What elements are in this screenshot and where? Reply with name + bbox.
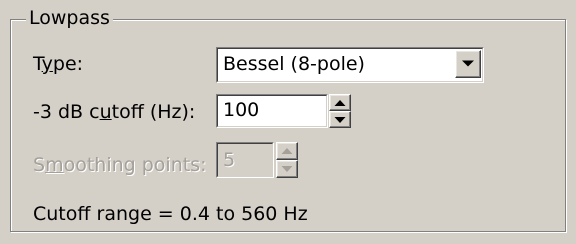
smoothing-input[interactable]: 5 [216,142,274,178]
cutoff-spin-down[interactable] [329,111,351,128]
type-dropdown[interactable]: Bessel (8-pole) [216,47,484,83]
triangle-down-icon [281,166,293,172]
groupbox-title: Lowpass [26,6,113,30]
type-dropdown-button[interactable] [455,50,481,78]
smoothing-spin-down[interactable] [276,160,298,178]
smoothing-label: Smoothing points: [33,154,207,176]
cutoff-input-value: 100 [223,99,260,121]
cutoff-label: -3 dB cutoff (Hz): [33,101,196,123]
type-label: Type: [33,53,84,75]
type-dropdown-value: Bessel (8-pole) [223,53,365,75]
cutoff-spin-up[interactable] [329,94,351,111]
cutoff-input[interactable]: 100 [216,94,328,128]
chevron-down-icon [462,60,474,67]
triangle-down-icon [334,116,346,123]
cutoff-range-text: Cutoff range = 0.4 to 560 Hz [33,203,308,225]
smoothing-input-value: 5 [223,149,236,171]
triangle-up-icon [334,99,346,106]
triangle-up-icon [281,148,293,154]
smoothing-spin-up[interactable] [276,142,298,160]
